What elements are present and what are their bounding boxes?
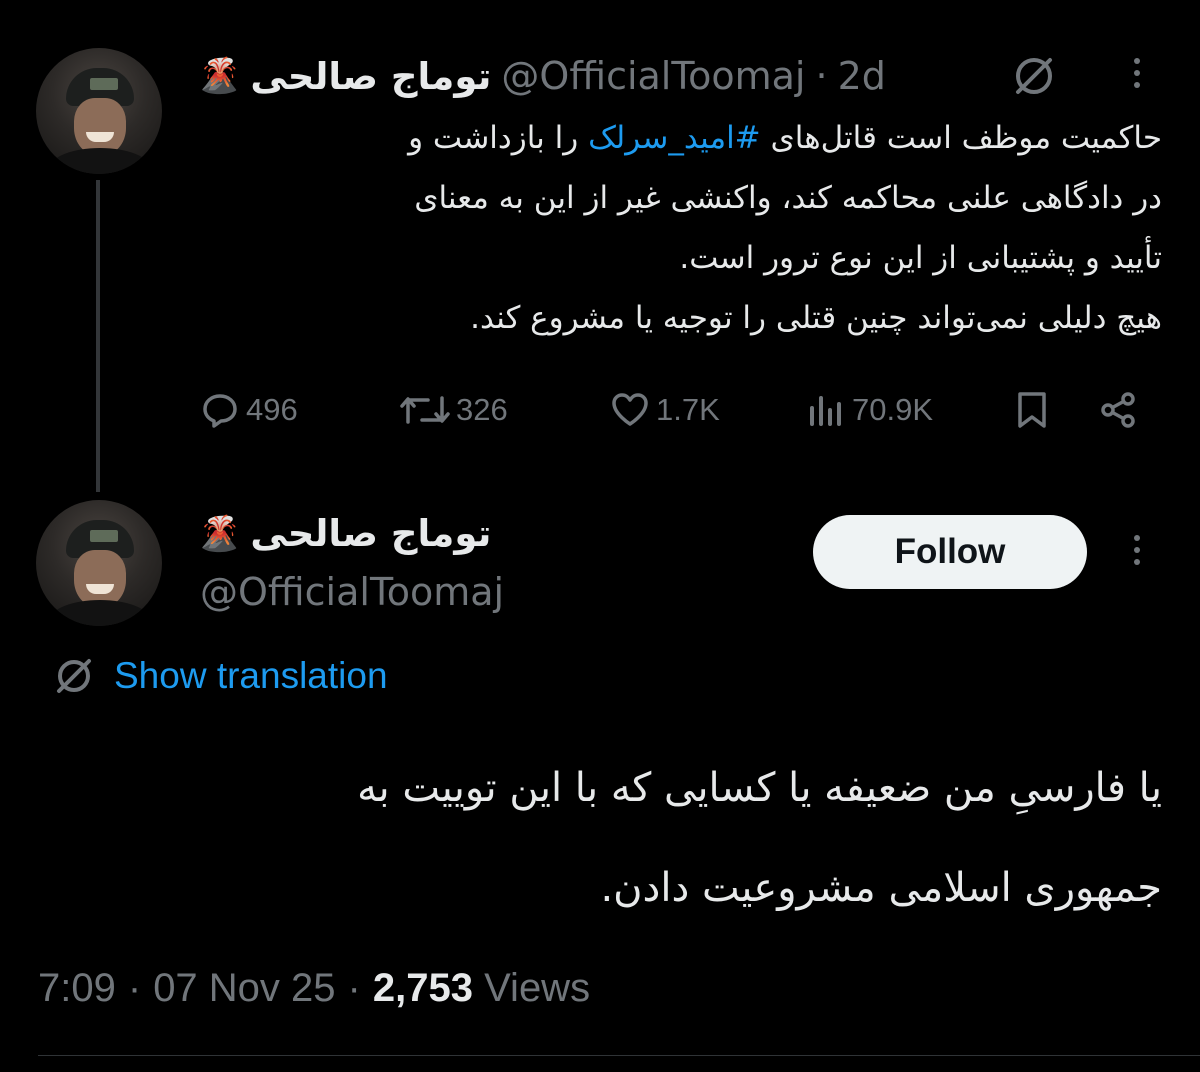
views-label: Views <box>484 966 591 1010</box>
tweet-date[interactable]: 07 Nov 25 <box>153 966 335 1011</box>
reply-icon <box>203 394 237 428</box>
tweet-text-line: هیچ دلیلی نمی‌تواند چنین قتلی را توجیه ی… <box>470 300 1162 336</box>
hashtag-link[interactable]: #امید_سرلک <box>588 120 761 156</box>
views-button[interactable]: 70.9K <box>804 386 933 434</box>
tweet-text: حاکمیت موظف است قاتل‌های #امید_سرلک را ب… <box>202 108 1162 348</box>
more-icon[interactable] <box>1134 535 1140 565</box>
thread-line <box>96 180 100 492</box>
follow-button[interactable]: Follow <box>813 515 1087 589</box>
repost-icon <box>400 396 450 424</box>
tweet-text-line: حاکمیت موظف است قاتل‌های #امید_سرلک را ب… <box>408 120 1162 156</box>
views-stat[interactable]: 2,753 Views <box>373 966 590 1011</box>
separator-dot: · <box>815 54 828 98</box>
tweet-text-line: تأیید و پشتیبانی از این نوع ترور است. <box>679 240 1162 276</box>
like-button[interactable]: 1.7K <box>608 386 720 434</box>
tweet-meta: 7:09 · 07 Nov 25 · 2,753 Views <box>38 966 590 1011</box>
avatar[interactable] <box>36 48 162 174</box>
tweet-age[interactable]: 2d <box>838 54 886 98</box>
author-handle[interactable]: @OfficialToomaj <box>200 570 504 614</box>
repost-button[interactable]: 326 <box>398 386 508 434</box>
translate-icon <box>57 659 91 693</box>
translate-icon[interactable] <box>1008 50 1060 106</box>
author-name-row: 🌋 توماج صالحی <box>198 512 491 555</box>
volcano-emoji: 🌋 <box>198 56 241 96</box>
reply-button[interactable]: 496 <box>198 386 298 434</box>
bookmark-icon[interactable] <box>1010 388 1054 436</box>
views-count: 2,753 <box>372 966 473 1010</box>
author-handle[interactable]: @OfficialToomaj <box>501 54 805 98</box>
tweet-text-line: جمهوری اسلامی مشروعیت دادن. <box>600 865 1162 911</box>
share-icon[interactable] <box>1096 388 1140 436</box>
views-icon <box>810 396 841 426</box>
volcano-emoji: 🌋 <box>198 513 241 554</box>
author-name[interactable]: توماج صالحی <box>250 512 491 555</box>
tweet-text-line: در دادگاهی علنی محاکمه کند، واکنشی غیر ا… <box>414 180 1162 216</box>
more-icon[interactable] <box>1134 58 1140 88</box>
show-translation-label: Show translation <box>114 655 388 696</box>
like-icon <box>612 393 648 426</box>
repost-count: 326 <box>456 392 508 427</box>
tweet-text-line: یا فارسیِ من ضعیفه یا کسایی که با این تو… <box>357 765 1162 811</box>
reply-count: 496 <box>246 392 298 427</box>
divider <box>38 1055 1200 1056</box>
separator-dot: · <box>347 966 361 1010</box>
author-name[interactable]: توماج صالحی <box>250 55 491 98</box>
views-count: 70.9K <box>852 392 934 427</box>
avatar[interactable] <box>36 500 162 626</box>
separator-dot: · <box>127 966 142 1010</box>
show-translation-link[interactable]: Show translation <box>50 652 388 700</box>
like-count: 1.7K <box>656 392 720 427</box>
tweet-text: یا فارسیِ من ضعیفه یا کسایی که با این تو… <box>162 738 1162 938</box>
tweet-time[interactable]: 7:09 <box>38 966 116 1011</box>
tweet-header: 🌋 توماج صالحی @OfficialToomaj · 2d <box>198 48 886 104</box>
